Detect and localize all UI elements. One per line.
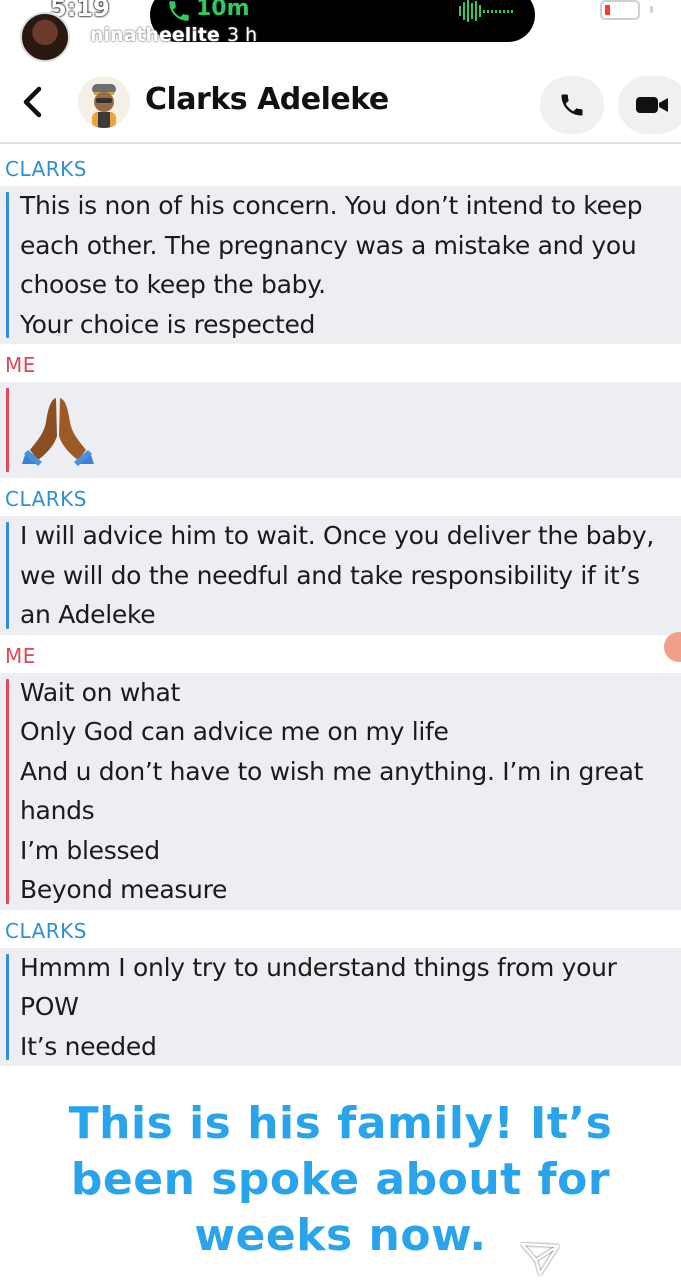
message-group: CLARKS I will advice him to wait. Once y… bbox=[0, 478, 681, 635]
message-group: CLARKS This is non of his concern. You d… bbox=[0, 148, 681, 344]
message-line: It’s needed bbox=[20, 1031, 157, 1061]
chat-header: Clarks Adeleke bbox=[0, 62, 681, 144]
caption-line: been spoke about for bbox=[70, 1154, 611, 1205]
story-caption: This is his family! It’s been spoke abou… bbox=[0, 1096, 681, 1264]
pray-icon bbox=[22, 398, 94, 466]
message-group: CLARKS Hmmm I only try to understand thi… bbox=[0, 910, 681, 1066]
sender-label: CLARKS bbox=[5, 487, 87, 511]
message-thread[interactable]: CLARKS This is non of his concern. You d… bbox=[0, 148, 681, 1066]
message-body[interactable]: I will advice him to wait. Once you deli… bbox=[0, 516, 681, 635]
message-line: This is non of his concern. You don’t in… bbox=[20, 191, 643, 220]
message-line: I will advice him to wait. Once you deli… bbox=[20, 521, 654, 550]
message-line: Beyond measure bbox=[20, 875, 228, 904]
message-line: Wait on what bbox=[20, 677, 181, 707]
story-timestamp: 3 h bbox=[227, 24, 258, 46]
send-icon[interactable] bbox=[520, 1242, 560, 1276]
message-body[interactable] bbox=[0, 382, 681, 478]
battery-icon bbox=[600, 0, 640, 20]
caption-line: This is his family! It’s bbox=[68, 1098, 613, 1149]
status-bar: 5:19 10m bbox=[0, 0, 681, 42]
story-avatar[interactable] bbox=[20, 12, 70, 62]
back-chevron-icon[interactable] bbox=[18, 84, 48, 120]
phone-icon bbox=[169, 1, 189, 21]
more-options-icon[interactable] bbox=[636, 1246, 644, 1276]
message-line: I’m blessed bbox=[20, 835, 160, 865]
message-line: we will do the needful and take responsi… bbox=[20, 560, 640, 590]
battery-cap bbox=[650, 6, 653, 13]
caption-line: weeks now. bbox=[194, 1210, 487, 1261]
sender-label: ME bbox=[5, 643, 36, 668]
contact-name[interactable]: Clarks Adeleke bbox=[145, 82, 389, 117]
voice-call-button[interactable] bbox=[540, 76, 604, 134]
phone-icon bbox=[561, 94, 583, 116]
message-line: Hmmm I only try to understand things fro… bbox=[20, 952, 617, 982]
message-group: ME bbox=[0, 344, 681, 478]
message-line: choose to keep the baby. bbox=[20, 270, 326, 299]
message-line: Only God can advice me on my life bbox=[20, 717, 449, 746]
message-body[interactable]: Hmmm I only try to understand things fro… bbox=[0, 947, 681, 1066]
message-line: each other. The pregnancy was a mistake … bbox=[20, 230, 637, 260]
sender-label: ME bbox=[5, 353, 36, 377]
bitmoji-avatar[interactable] bbox=[78, 76, 130, 128]
message-group: ME Wait on what Only God can advice me o… bbox=[0, 635, 681, 910]
message-line: And u don’t have to wish me anything. I’… bbox=[20, 756, 644, 786]
message-line: Your choice is respected bbox=[20, 309, 316, 339]
message-body[interactable]: Wait on what Only God can advice me on m… bbox=[0, 672, 681, 910]
message-line: an Adeleke bbox=[20, 600, 156, 629]
message-line: hands bbox=[20, 796, 95, 825]
sender-label: CLARKS bbox=[5, 157, 87, 181]
video-call-button[interactable] bbox=[618, 76, 681, 134]
audio-wave-icon bbox=[459, 0, 513, 22]
story-username[interactable]: ninatheelite bbox=[90, 24, 220, 46]
sender-label: CLARKS bbox=[5, 918, 87, 943]
video-camera-icon bbox=[636, 97, 668, 113]
message-body[interactable]: This is non of his concern. You don’t in… bbox=[0, 186, 681, 344]
message-line: POW bbox=[20, 992, 79, 1021]
call-duration: 10m bbox=[196, 0, 250, 21]
wifi-icon bbox=[558, 0, 588, 19]
